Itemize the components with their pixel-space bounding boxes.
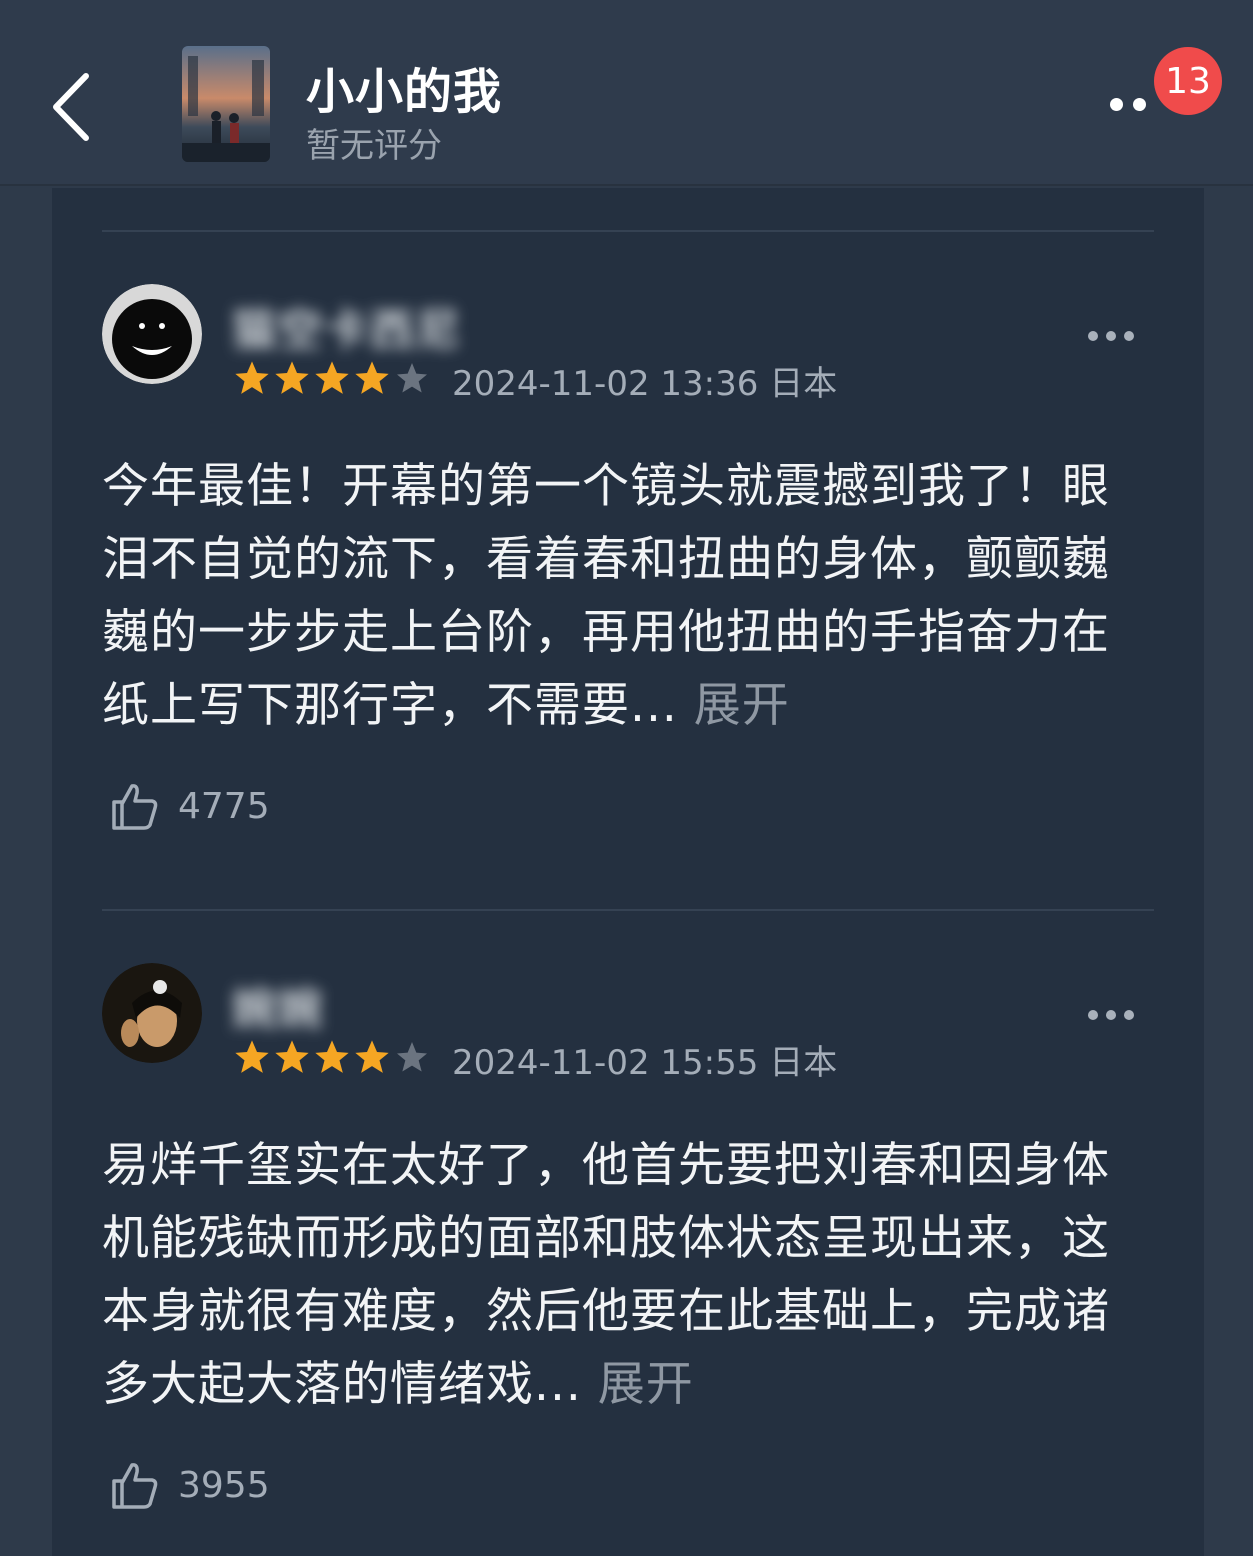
divider [102,909,1154,911]
star-filled-icon [355,361,389,394]
more-options-button[interactable] [1110,92,1160,116]
like-button[interactable]: 4775 [108,780,270,832]
avatar[interactable] [102,284,202,384]
dot-icon [1106,1010,1116,1020]
expand-link[interactable]: 展开 [598,1357,694,1412]
back-button[interactable] [40,62,100,152]
star-filled-icon [315,361,349,394]
star-rating [232,358,432,398]
star-filled-icon [235,1040,269,1073]
notification-badge[interactable]: 13 [1154,47,1222,115]
dot-icon [1124,1010,1134,1020]
divider [102,230,1154,232]
star-rating [232,1037,432,1077]
top-bar: 小小的我 暂无评分 13 [0,0,1253,186]
dot-icon [1110,97,1123,111]
movie-poster[interactable] [182,46,270,162]
review-text: 今年最佳！开幕的第一个镜头就震撼到我了！眼泪不自觉的流下，看着春和扭曲的身体，颤… [102,459,1110,733]
star-empty-icon [397,363,427,393]
chevron-left-icon [53,73,89,141]
review-content[interactable]: 今年最佳！开幕的第一个镜头就震撼到我了！眼泪不自觉的流下，看着春和扭曲的身体，颤… [102,450,1132,742]
thumbs-up-icon [112,1463,158,1509]
username[interactable]: 婉婉 [232,973,324,1037]
rating-status: 暂无评分 [306,126,442,166]
review-more-button[interactable] [1088,326,1138,346]
movie-title: 小小的我 [306,64,503,120]
avatar[interactable] [102,963,202,1063]
dot-icon [1088,331,1098,341]
like-count: 4775 [178,785,270,827]
review-content[interactable]: 易烊千玺实在太好了，他首先要把刘春和因身体机能残缺而形成的面部和肢体状态呈现出来… [102,1129,1132,1421]
dot-icon [1088,1010,1098,1020]
thumbs-up-icon [112,784,158,830]
star-filled-icon [355,1040,389,1073]
star-filled-icon [275,1040,309,1073]
reviews-panel: 猫空卡西尼 2024-11-02 13:36 日本 今年最佳！开幕的第一个镜头就… [52,188,1204,1556]
star-filled-icon [315,1040,349,1073]
review-more-button[interactable] [1088,1005,1138,1025]
star-filled-icon [235,361,269,394]
username[interactable]: 猫空卡西尼 [232,294,462,358]
dot-icon [1124,331,1134,341]
like-count: 3955 [178,1464,270,1506]
dot-icon [1133,97,1146,111]
like-button[interactable]: 3955 [108,1459,270,1511]
review-meta: 2024-11-02 15:55 日本 [452,1043,838,1083]
review-meta: 2024-11-02 13:36 日本 [452,364,838,404]
expand-link[interactable]: 展开 [694,678,790,733]
star-filled-icon [275,361,309,394]
star-empty-icon [397,1042,427,1072]
dot-icon [1106,331,1116,341]
